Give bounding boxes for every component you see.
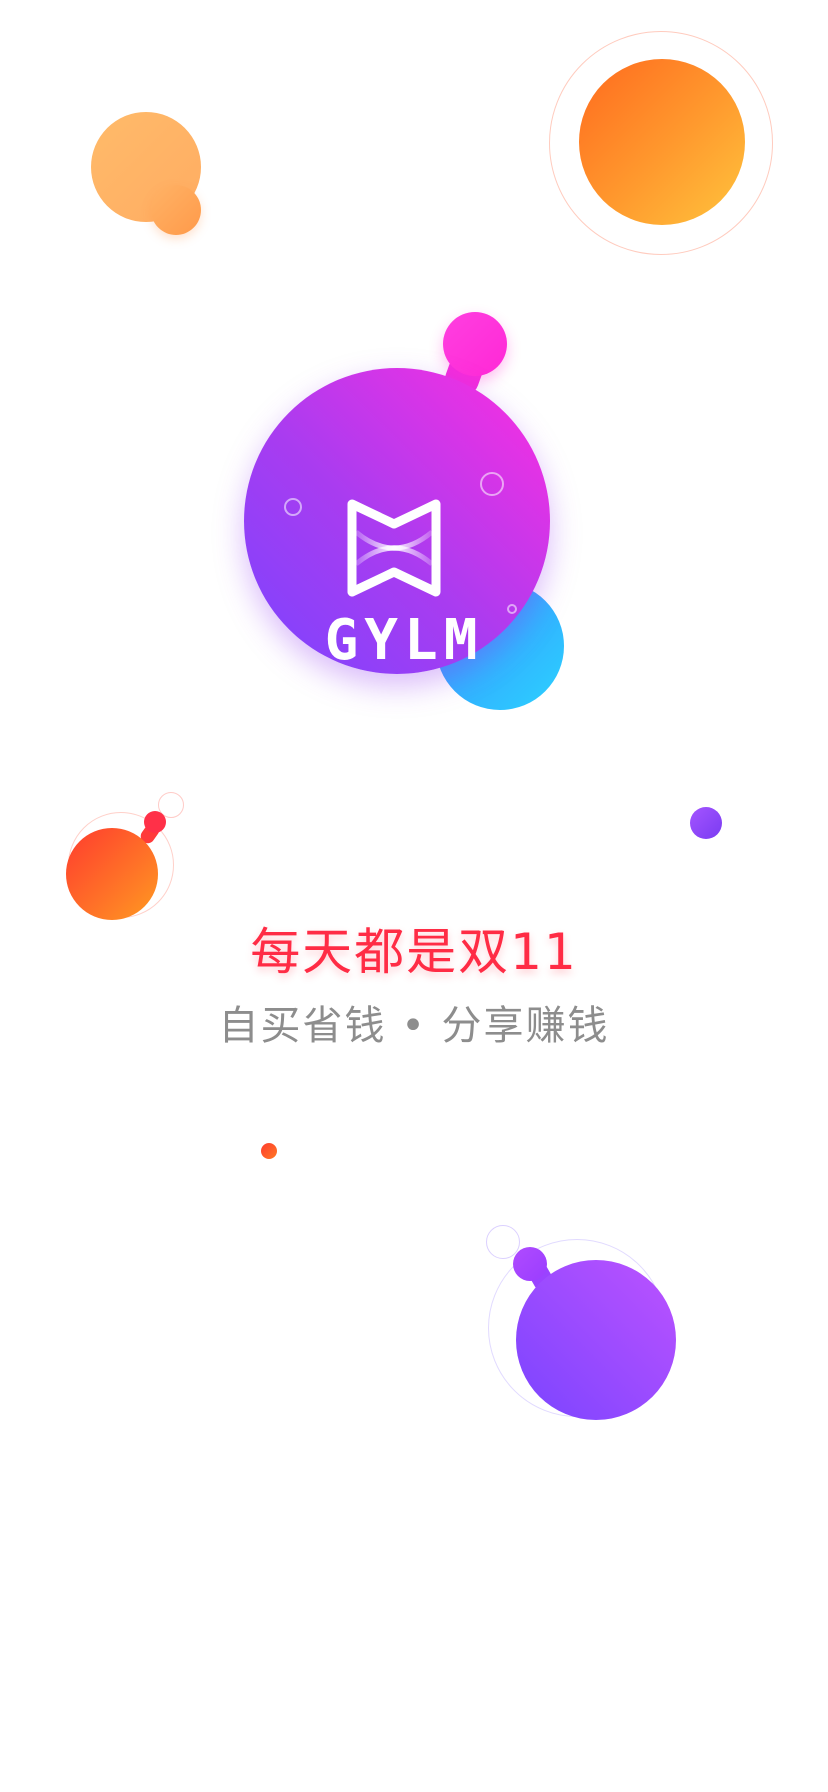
splash-headline: 每天都是双11 [250,923,578,981]
decor-red-ball [66,828,158,920]
logo-main-ball: GYLM [244,368,550,674]
decor-orange-ball-topright [579,59,745,225]
decor-purple-ball [516,1260,676,1420]
logo-pink-bud [443,312,507,376]
decor-orange-ball-small [151,185,201,235]
decor-red-dot [261,1143,277,1159]
decor-purple-dot [690,807,722,839]
logo-bubble [480,472,504,496]
decor-purple-bud [513,1247,547,1281]
logo-wordmark: GYLM [324,608,484,673]
decor-red-bud [144,811,166,833]
splash-subheadline: 自买省钱 • 分享赚钱 [218,1003,610,1049]
logo-bubble [284,498,302,516]
app-logo: GYLM [240,312,570,712]
bowtie-icon [347,499,441,597]
